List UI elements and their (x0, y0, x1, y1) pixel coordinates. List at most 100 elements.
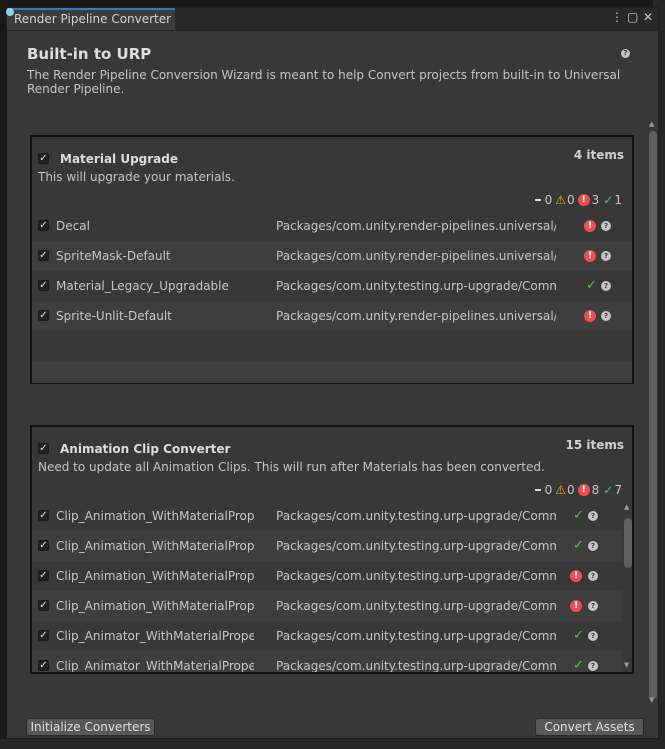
empty-row (32, 361, 632, 383)
item-path: Packages/com.unity.testing.urp-upgrade/C… (276, 629, 556, 643)
help-icon[interactable]: ? (601, 311, 611, 321)
status-summary: 0 ⚠0! 8 ✓7 (534, 482, 622, 497)
error-count: 3 (591, 192, 600, 207)
scroll-up-arrow-icon[interactable]: ▲ (649, 120, 654, 128)
panel-title: Animation Clip Converter (60, 442, 231, 456)
item-name: Clip_Animator_WithMaterialProperties (56, 659, 254, 673)
item-list: ✓ Clip_Animation_WithMaterialProperties … (32, 501, 622, 673)
help-icon[interactable]: ? (588, 601, 598, 611)
list-item[interactable]: ✓ Sprite-Unlit-Default Packages/com.unit… (32, 301, 632, 331)
list-item[interactable]: ✓ Material_Legacy_Upgradable Packages/co… (32, 271, 632, 301)
help-icon[interactable]: ? (588, 661, 598, 671)
success-count: 7 (614, 482, 622, 497)
item-name: SpriteMask-Default (56, 249, 171, 263)
tab-render-pipeline-converter[interactable]: Render Pipeline Converter (6, 8, 175, 30)
item-checkbox[interactable]: ✓ (38, 310, 49, 321)
status-summary: 0 ⚠0! 3 ✓1 (534, 192, 622, 207)
list-scroll-down-icon[interactable]: ▼ (624, 661, 629, 669)
background-editor-footer (0, 739, 665, 749)
help-icon[interactable]: ? (588, 541, 598, 551)
convert-assets-button[interactable]: Convert Assets (535, 718, 644, 736)
list-item[interactable]: ✓ Clip_Animation_WithMaterialProperties … (32, 591, 622, 621)
item-path: Packages/com.unity.render-pipelines.univ… (276, 219, 556, 233)
item-path: Packages/com.unity.testing.urp-upgrade/C… (276, 599, 556, 613)
item-path: Packages/com.unity.testing.urp-upgrade/C… (276, 279, 556, 293)
tab-indicator-icon (6, 8, 14, 16)
help-icon[interactable]: ? (601, 281, 611, 291)
success-icon: ✓ (586, 278, 597, 293)
list-scrollbar-thumb[interactable] (624, 518, 632, 568)
list-item[interactable]: ✓ Clip_Animation_WithMaterialProperties … (32, 531, 622, 561)
empty-row (32, 331, 632, 361)
item-checkbox[interactable]: ✓ (38, 630, 49, 641)
help-icon[interactable]: ? (588, 511, 598, 521)
list-item[interactable]: ✓ Clip_Animation_WithMaterialProperties … (32, 561, 622, 591)
kebab-menu-icon[interactable]: ⋮ (611, 10, 623, 24)
converter-panel-material-upgrade: ✓ Material Upgrade 4 items This will upg… (30, 135, 634, 384)
success-icon: ✓ (603, 192, 614, 207)
item-path: Packages/com.unity.render-pipelines.univ… (276, 249, 556, 263)
list-scroll-up-icon[interactable]: ▲ (624, 503, 629, 511)
list-item[interactable]: ✓ Clip_Animator_WithMaterialProperties P… (32, 621, 622, 651)
item-name: Sprite-Unlit-Default (56, 309, 172, 323)
success-icon: ✓ (573, 538, 584, 553)
item-checkbox[interactable]: ✓ (38, 250, 49, 261)
item-path: Packages/com.unity.testing.urp-upgrade/C… (276, 539, 556, 553)
item-checkbox[interactable]: ✓ (38, 510, 49, 521)
panel-checkbox[interactable]: ✓ (38, 153, 49, 164)
help-icon[interactable]: ? (588, 571, 598, 581)
help-icon[interactable]: ? (601, 251, 611, 261)
error-icon: ! (577, 193, 590, 206)
item-checkbox[interactable]: ✓ (38, 570, 49, 581)
error-icon: ! (577, 483, 590, 496)
warning-icon: ⚠ (555, 482, 567, 497)
help-icon[interactable]: ? (621, 49, 630, 58)
error-count: 8 (591, 482, 600, 497)
item-checkbox[interactable]: ✓ (38, 540, 49, 551)
error-icon: ! (570, 570, 582, 582)
scroll-down-arrow-icon[interactable]: ▼ (649, 696, 654, 704)
success-count: 1 (614, 192, 622, 207)
initialize-converters-button[interactable]: Initialize Converters (26, 718, 155, 736)
item-count: 15 items (565, 438, 624, 452)
error-icon: ! (584, 220, 596, 232)
list-item[interactable]: ✓ Decal Packages/com.unity.render-pipeli… (32, 211, 632, 241)
panel-checkbox[interactable]: ✓ (38, 443, 49, 454)
item-name: Clip_Animator_WithMaterialProperties (56, 629, 254, 643)
tab-label: Render Pipeline Converter (14, 12, 172, 26)
list-item[interactable]: ✓ Clip_Animation_WithMaterialProperties … (32, 501, 622, 531)
main-scrollbar-thumb[interactable] (649, 131, 657, 699)
panel-title: Material Upgrade (60, 152, 179, 166)
pending-icon (534, 198, 541, 201)
panel-description: Need to update all Animation Clips. This… (38, 460, 545, 474)
help-icon[interactable]: ? (601, 221, 611, 231)
pending-icon (534, 488, 541, 491)
list-item[interactable]: ✓ SpriteMask-Default Packages/com.unity.… (32, 241, 632, 271)
help-icon[interactable]: ? (588, 631, 598, 641)
success-icon: ✓ (573, 658, 584, 673)
item-checkbox[interactable]: ✓ (38, 220, 49, 231)
item-count: 4 items (573, 148, 624, 162)
item-path: Packages/com.unity.testing.urp-upgrade/C… (276, 569, 556, 583)
item-name: Material_Legacy_Upgradable (56, 279, 229, 293)
pending-count: 0 (544, 192, 553, 207)
item-path: Packages/com.unity.testing.urp-upgrade/C… (276, 659, 556, 673)
item-checkbox[interactable]: ✓ (38, 280, 49, 291)
item-name: Decal (56, 219, 90, 233)
page-description: The Render Pipeline Conversion Wizard is… (27, 68, 621, 96)
close-icon[interactable]: ✕ (643, 10, 653, 24)
pending-count: 0 (544, 482, 553, 497)
list-item[interactable]: ✓ Clip_Animator_WithMaterialProperties P… (32, 651, 622, 673)
panel-description: This will upgrade your materials. (38, 170, 235, 184)
item-name: Clip_Animation_WithMaterialProperties (56, 569, 254, 583)
item-checkbox[interactable]: ✓ (38, 600, 49, 611)
item-name: Clip_Animation_WithMaterialProperties (56, 539, 254, 553)
converter-window: Render Pipeline Converter ⋮ ▢ ✕ Built-in… (6, 7, 659, 739)
item-checkbox[interactable]: ✓ (38, 660, 49, 671)
error-icon: ! (584, 310, 596, 322)
item-path: Packages/com.unity.testing.urp-upgrade/C… (276, 509, 556, 523)
page-title: Built-in to URP (27, 45, 152, 63)
maximize-icon[interactable]: ▢ (627, 10, 638, 24)
converter-panel-animation-clip: ✓ Animation Clip Converter 15 items Need… (30, 425, 634, 674)
error-icon: ! (570, 600, 582, 612)
